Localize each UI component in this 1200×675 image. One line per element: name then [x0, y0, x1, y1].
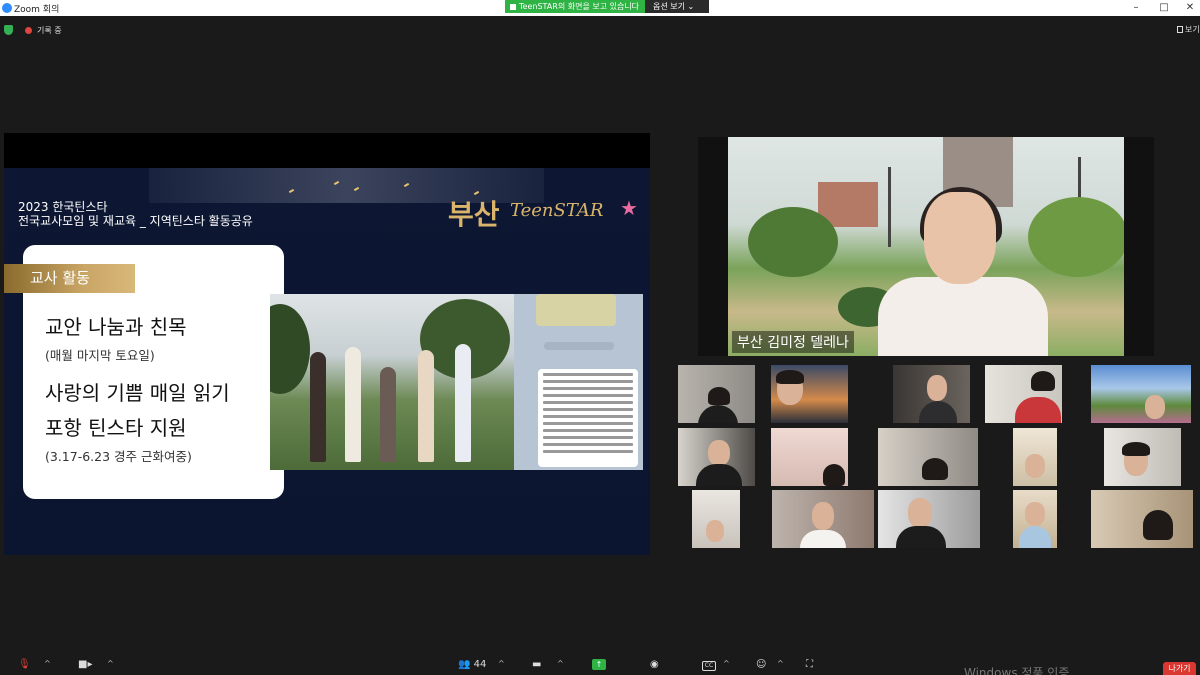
- chat-image-bubble: [536, 294, 616, 326]
- activity-heading-3: 포항 틴스타 지원: [45, 416, 187, 440]
- brand-logo-text: TeenSTAR: [510, 200, 604, 221]
- participant-tile[interactable]: [772, 490, 874, 548]
- bush: [1028, 197, 1124, 277]
- person: [418, 350, 434, 462]
- share-screen-button[interactable]: ↑: [592, 659, 606, 671]
- participant-tile[interactable]: [678, 365, 755, 423]
- person: [310, 352, 326, 462]
- participant-tile[interactable]: [985, 365, 1062, 423]
- chat-screenshot: [514, 294, 643, 470]
- recording-label: 기록 중: [37, 26, 62, 35]
- zoom-logo-icon: [2, 3, 12, 13]
- group-photo: [270, 294, 514, 470]
- fullscreen-icon[interactable]: ⛶: [806, 659, 813, 671]
- share-screen-icon: ↑: [592, 659, 606, 670]
- participant-tile[interactable]: [1013, 490, 1057, 548]
- recording-icon: [25, 27, 32, 34]
- participant-tile[interactable]: [878, 490, 980, 548]
- view-button[interactable]: 보기: [1177, 24, 1200, 35]
- participant-tile[interactable]: [1013, 428, 1057, 486]
- chat-date-divider: [544, 342, 614, 350]
- windows-activation-watermark: Windows 정품 인증: [964, 666, 1070, 675]
- section-badge: 교사 활동: [4, 264, 135, 293]
- activity-heading-2: 사랑의 기쁨 매일 읽기: [45, 381, 230, 405]
- title-bar: Zoom 회의 TeenSTAR의 화면을 보고 있습니다 옵션 보기 ⌄ – …: [0, 0, 1200, 16]
- window-title: Zoom 회의: [14, 5, 60, 15]
- presentation-slide: 2023 한국틴스타 전국교사모임 및 재교육 _ 지역틴스타 활동공유 부산 …: [4, 168, 650, 555]
- participants-count: 44: [473, 659, 487, 670]
- participants-icon: 👥: [458, 659, 471, 670]
- person: [380, 367, 396, 462]
- chat-icon[interactable]: ▬: [532, 659, 541, 671]
- reactions-icon[interactable]: ☺: [756, 659, 766, 671]
- grid-view-icon: [1177, 26, 1183, 33]
- view-label: 보기: [1185, 25, 1200, 34]
- participant-tile[interactable]: [771, 428, 848, 486]
- star-logo-icon: ★: [620, 196, 638, 220]
- shared-screen: 2023 한국틴스타 전국교사모임 및 재교육 _ 지역틴스타 활동공유 부산 …: [4, 133, 650, 555]
- zoom-meeting-window: Zoom 회의 TeenSTAR의 화면을 보고 있습니다 옵션 보기 ⌄ – …: [0, 0, 1200, 675]
- speaker-background: 부산 김미정 델레나: [728, 137, 1124, 356]
- active-speaker-video[interactable]: 부산 김미정 델레나: [698, 137, 1154, 356]
- participant-tile[interactable]: [893, 365, 970, 423]
- person: [455, 344, 471, 462]
- activity-heading-1: 교안 나눔과 친목: [45, 315, 187, 339]
- tree: [270, 304, 310, 394]
- participants-chevron-icon[interactable]: ^: [498, 659, 505, 668]
- participant-tile[interactable]: [678, 428, 755, 486]
- speaker-face: [924, 192, 996, 284]
- activity-sub-2: (3.17-6.23 경주 근화여중): [45, 449, 192, 464]
- minimize-icon[interactable]: –: [1128, 1, 1144, 15]
- speaker-name-label: 부산 김미정 델레나: [732, 331, 854, 353]
- security-shield-icon[interactable]: [4, 25, 13, 35]
- leave-button[interactable]: 나가기: [1163, 662, 1196, 675]
- bush: [748, 207, 838, 277]
- mute-icon[interactable]: 🎙: [18, 659, 31, 671]
- audio-options-chevron-icon[interactable]: ^: [44, 659, 51, 668]
- record-icon[interactable]: ◉: [650, 659, 659, 671]
- close-icon[interactable]: ✕: [1182, 1, 1198, 15]
- participant-tile[interactable]: [1104, 428, 1181, 486]
- street-lamp: [888, 167, 891, 247]
- video-camera-icon[interactable]: ■▸: [78, 659, 92, 671]
- chat-text-bubble: [538, 369, 638, 467]
- speaker-body: [878, 277, 1048, 356]
- screen-share-banner: TeenSTAR의 화면을 보고 있습니다: [505, 0, 645, 13]
- participant-tile[interactable]: [1091, 490, 1193, 548]
- cc-icon: CC: [702, 661, 716, 671]
- person: [345, 347, 361, 462]
- activity-sub-1: (매월 마지막 토요일): [45, 348, 155, 363]
- reactions-chevron-icon[interactable]: ^: [777, 659, 784, 668]
- maximize-icon[interactable]: □: [1156, 1, 1172, 15]
- chat-chevron-icon[interactable]: ^: [557, 659, 564, 668]
- screen-share-text: TeenSTAR의 화면을 보고 있습니다: [519, 2, 640, 11]
- conference-title: 전국교사모임 및 재교육 _ 지역틴스타 활동공유: [18, 214, 253, 228]
- view-options-button[interactable]: 옵션 보기 ⌄: [645, 0, 709, 13]
- participants-button[interactable]: 👥 44: [458, 659, 486, 671]
- meeting-status-bar: 기록 중 보기: [0, 20, 1200, 40]
- participant-tile[interactable]: [692, 490, 740, 548]
- screen-share-icon: [510, 3, 516, 10]
- video-options-chevron-icon[interactable]: ^: [107, 659, 114, 668]
- participant-tile[interactable]: [771, 365, 848, 423]
- brand-city: 부산: [448, 198, 500, 231]
- captions-button[interactable]: CC: [702, 659, 716, 671]
- participant-tile[interactable]: [1091, 365, 1191, 423]
- participant-tile[interactable]: [878, 428, 978, 486]
- captions-chevron-icon[interactable]: ^: [723, 659, 730, 668]
